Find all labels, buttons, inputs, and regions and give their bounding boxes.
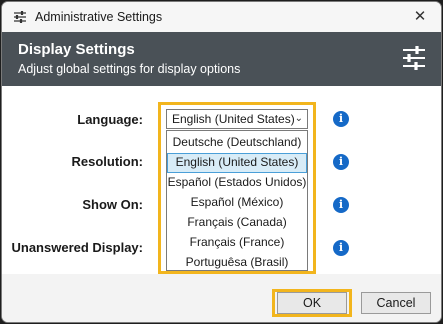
language-label: Language: (77, 112, 143, 127)
window-title: Administrative Settings (35, 10, 163, 24)
dropdown-option[interactable]: Español (México) (167, 193, 307, 213)
language-select[interactable]: English (United States) ⌄ (166, 109, 308, 129)
settings-header: Display Settings Adjust global settings … (2, 32, 441, 86)
resolution-label: Resolution: (71, 154, 144, 169)
cancel-button[interactable]: Cancel (361, 292, 431, 314)
ok-button[interactable]: OK (277, 292, 347, 314)
header-subtitle: Adjust global settings for display optio… (18, 62, 241, 76)
info-icon[interactable]: i (333, 111, 349, 127)
dropdown-option[interactable]: Deutsche (Deutschland) (167, 133, 307, 153)
sliders-icon (403, 46, 425, 70)
header-title: Display Settings (18, 41, 135, 58)
dropdown-option-selected[interactable]: English (United States) (167, 153, 307, 173)
unanswered-display-label: Unanswered Display: (11, 240, 144, 255)
language-select-value: English (United States) (172, 112, 295, 126)
close-icon[interactable]: ✕ (407, 5, 433, 29)
sliders-icon (14, 11, 26, 23)
dropdown-option[interactable]: Français (France) (167, 233, 307, 253)
info-icon[interactable]: i (333, 240, 349, 256)
show-on-label: Show On: (82, 197, 143, 212)
dialog-window: Administrative Settings ✕ Display Settin… (1, 1, 442, 323)
dropdown-option[interactable]: Portuguêsa (Brasil) (167, 253, 307, 273)
dropdown-option[interactable]: Español (Estados Unidos) (167, 173, 307, 193)
info-icon[interactable]: i (333, 154, 349, 170)
info-icon[interactable]: i (333, 197, 349, 213)
dropdown-option[interactable]: Français (Canada) (167, 213, 307, 233)
language-dropdown-list: Deutsche (Deutschland) English (United S… (166, 130, 308, 271)
title-bar: Administrative Settings ✕ (2, 2, 441, 32)
chevron-down-icon: ⌄ (294, 113, 303, 124)
